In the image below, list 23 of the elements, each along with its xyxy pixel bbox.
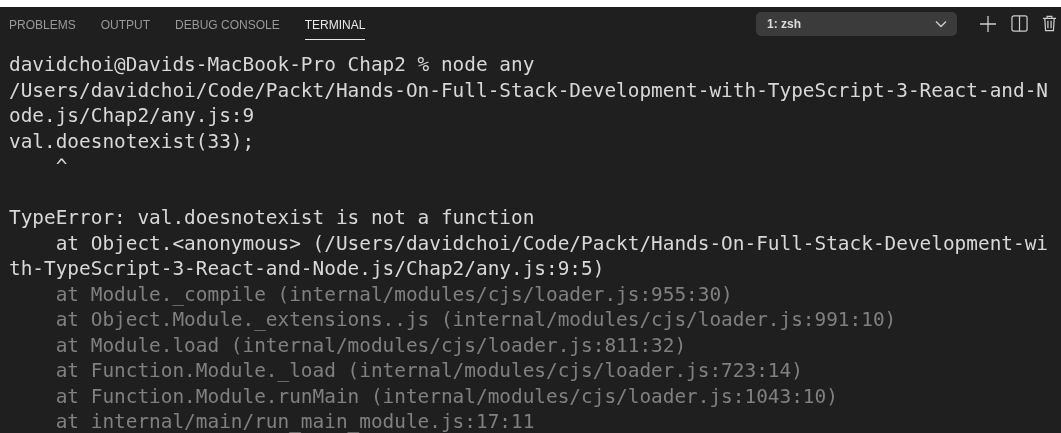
panel-tab[interactable]: DEBUG CONSOLE bbox=[175, 7, 280, 40]
terminal-line: davidchoi@Davids-MacBook-Pro Chap2 % node any bbox=[9, 52, 536, 78]
panel-tab[interactable]: OUTPUT bbox=[100, 7, 151, 40]
terminal-line: TypeError: val.doesnotexist is not a function bbox=[9, 205, 536, 231]
terminal-line: at Module._compile (internal/modules/cjs/loader.js:955:30) bbox=[54, 281, 734, 307]
terminal-select[interactable]: 1: zsh bbox=[756, 11, 957, 36]
terminal-line: /Users/davidchoi/Code/Packt/Hands-On-Full-Stack-Development-with-TypeScript-3-React-and-N bbox=[9, 77, 1049, 103]
trash-icon[interactable] bbox=[1042, 15, 1057, 32]
terminal-line: ode.js/Chap2/any.js:9 bbox=[9, 103, 256, 129]
terminal-line: ^ bbox=[54, 154, 69, 180]
terminal-line: val.doesnotexist(33); bbox=[9, 128, 256, 154]
terminal-line: th-TypeScript-3-React-and-Node.js/Chap2/any.js:9:5) bbox=[9, 256, 606, 282]
plus-icon[interactable] bbox=[979, 14, 997, 33]
terminal-line: at Module.load (internal/modules/cjs/loader.js:811:32) bbox=[54, 332, 688, 358]
panel-tab[interactable]: PROBLEMS bbox=[9, 7, 76, 40]
terminal-line: at Function.Module._load (internal/modules/cjs/loader.js:723:14) bbox=[54, 358, 804, 384]
panel-tab[interactable]: TERMINAL bbox=[304, 7, 366, 40]
terminal-line: at Function.Module.runMain (internal/modules/cjs/loader.js:1043:10) bbox=[54, 383, 839, 409]
chevron-down-icon bbox=[935, 19, 947, 28]
terminal-line: at internal/main/run_main_module.js:17:11 bbox=[54, 409, 536, 433]
terminal-line: at Object.<anonymous> (/Users/davidchoi/Code/Packt/Hands-On-Full-Stack-Development-wi bbox=[54, 230, 1049, 256]
terminal-line: at Object.Module._extensions..js (internal/modules/cjs/loader.js:991:10) bbox=[54, 307, 898, 333]
split-icon[interactable] bbox=[1011, 15, 1028, 32]
